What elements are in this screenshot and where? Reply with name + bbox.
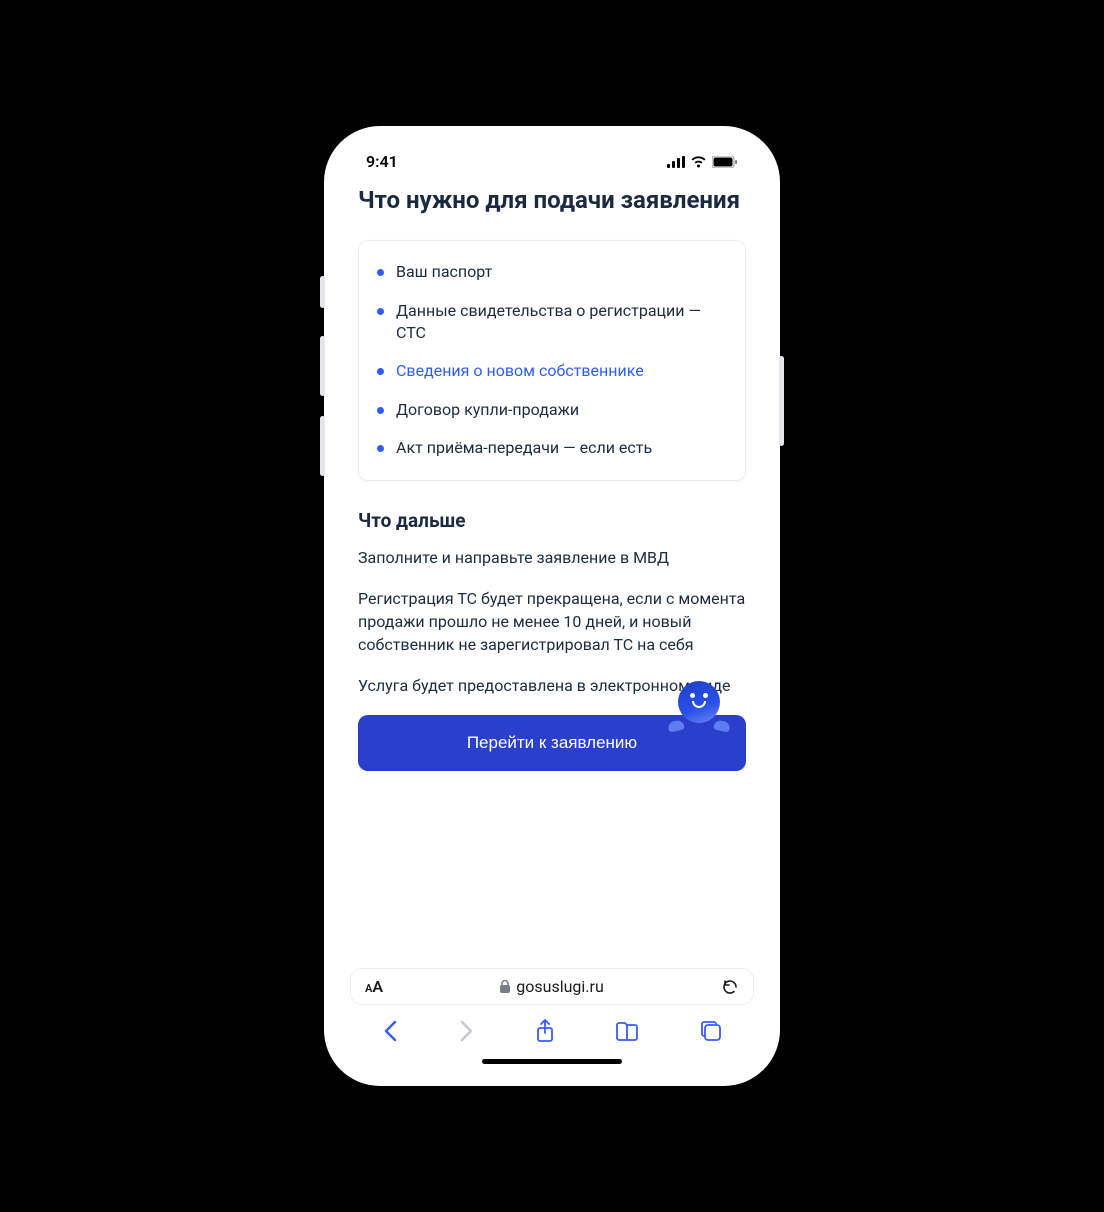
bullet-icon	[377, 308, 384, 315]
bullet-icon	[377, 368, 384, 375]
bullet-icon	[377, 407, 384, 414]
content-area[interactable]: Что нужно для подачи заявления Ваш паспо…	[338, 175, 766, 960]
status-time: 9:41	[366, 152, 398, 171]
share-button[interactable]	[535, 1019, 555, 1043]
requirement-text: Ваш паспорт	[396, 261, 492, 283]
tabs-button[interactable]	[700, 1020, 722, 1042]
battery-icon	[712, 156, 738, 168]
home-indicator[interactable]	[482, 1059, 622, 1064]
browser-toolbar	[338, 1013, 766, 1053]
requirement-item: Акт приёма-передачи — если есть	[377, 437, 727, 459]
side-button	[320, 276, 325, 308]
signal-icon	[667, 156, 685, 168]
volume-down-button	[320, 416, 325, 476]
bookmarks-button[interactable]	[615, 1021, 639, 1041]
requirement-text: Данные свидетельства о регистрации — СТС	[396, 300, 727, 345]
bullet-icon	[377, 269, 384, 276]
bullet-icon	[377, 445, 384, 452]
wifi-icon	[690, 156, 707, 168]
volume-up-button	[320, 336, 325, 396]
requirement-link[interactable]: Сведения о новом собственнике	[396, 360, 644, 382]
cta-container: Перейти к заявлению	[358, 715, 746, 771]
paragraph: Заполните и направьте заявление в МВД	[358, 546, 746, 569]
requirement-item: Договор купли-продажи	[377, 399, 727, 421]
next-heading: Что дальше	[358, 509, 746, 532]
url-display[interactable]: gosuslugi.ru	[500, 977, 604, 996]
url-bar[interactable]: AA gosuslugi.ru	[350, 968, 754, 1005]
phone-frame: 9:41 Что нужно для подачи заявления Ваш …	[324, 126, 780, 1086]
requirement-item: Ваш паспорт	[377, 261, 727, 283]
status-icons	[667, 156, 738, 168]
screen: 9:41 Что нужно для подачи заявления Ваш …	[338, 140, 766, 1072]
reload-icon[interactable]	[721, 978, 739, 996]
forward-button[interactable]	[459, 1020, 475, 1042]
paragraph: Регистрация ТС будет прекращена, если с …	[358, 587, 746, 657]
requirement-text: Акт приёма-передачи — если есть	[396, 437, 652, 459]
font-scale-button[interactable]: AA	[365, 977, 383, 996]
lock-icon	[500, 980, 510, 993]
url-text: gosuslugi.ru	[516, 977, 604, 996]
chatbot-icon[interactable]	[670, 681, 728, 737]
page-title: Что нужно для подачи заявления	[358, 185, 746, 216]
requirement-text: Договор купли-продажи	[396, 399, 579, 421]
requirement-item: Данные свидетельства о регистрации — СТС	[377, 300, 727, 345]
requirements-card: Ваш паспорт Данные свидетельства о регис…	[358, 240, 746, 480]
notch	[472, 140, 632, 170]
power-button	[779, 356, 784, 446]
back-button[interactable]	[382, 1020, 398, 1042]
requirement-item[interactable]: Сведения о новом собственнике	[377, 360, 727, 382]
